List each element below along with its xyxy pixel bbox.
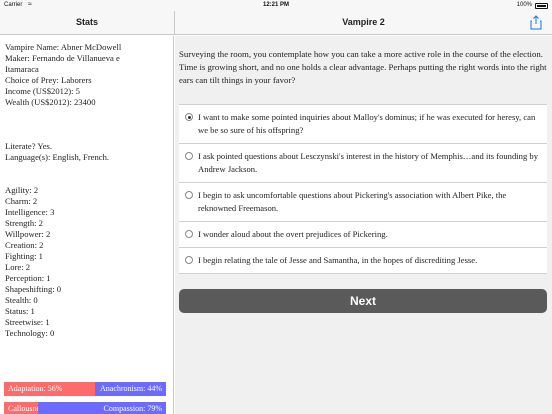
stat-maker: Maker: Fernando de Villanueva e bbox=[5, 53, 120, 63]
stat-attribute: Willpower: 2 bbox=[5, 229, 51, 239]
story-text: Surveying the room, you contemplate how … bbox=[179, 49, 547, 85]
radio-button[interactable] bbox=[185, 230, 193, 238]
stat-attribute: Fighting: 1 bbox=[5, 251, 43, 261]
stat-prey: Choice of Prey: Laborers bbox=[5, 75, 92, 85]
choice-option[interactable]: I wonder aloud about the overt prejudice… bbox=[179, 222, 547, 248]
stat-attribute: Stealth: 0 bbox=[5, 295, 38, 305]
opposed-stat-bar: Callousness: 21% Compassion: 79% bbox=[4, 402, 166, 414]
radio-button[interactable] bbox=[185, 113, 193, 121]
choice-text: I want to make some pointed inquiries ab… bbox=[198, 112, 536, 135]
stat-attribute: Lore: 2 bbox=[5, 262, 31, 272]
stat-maker-cont: Itamaraca bbox=[5, 64, 39, 74]
stat-attribute: Strength: 2 bbox=[5, 218, 43, 228]
choice-text: I ask pointed questions about Lesczynski… bbox=[198, 151, 539, 174]
next-button[interactable]: Next bbox=[179, 289, 547, 313]
stats-title: Stats bbox=[75, 17, 98, 27]
status-bar: Carrier ≈ 12:21 PM 100% bbox=[0, 0, 552, 11]
stat-attribute: Perception: 1 bbox=[5, 273, 51, 283]
opposed-left: Callousness: 21% bbox=[4, 402, 39, 414]
choice-text: I begin relating the tale of Jesse and S… bbox=[198, 255, 478, 265]
choice-text: I begin to ask uncomfortable questions a… bbox=[198, 190, 507, 213]
opposed-right: Compassion: 79% bbox=[38, 402, 166, 414]
opposed-stat-bar: Adaptation: 56% Anachronism: 44% bbox=[4, 382, 166, 396]
choice-option[interactable]: I ask pointed questions about Lesczynski… bbox=[179, 144, 547, 183]
clock: 12:21 PM bbox=[262, 2, 289, 8]
stat-vampire-name: Vampire Name: Abner McDowell bbox=[5, 42, 122, 52]
choice-text: I wonder aloud about the overt prejudice… bbox=[198, 229, 388, 239]
stat-attribute: Status: 1 bbox=[5, 306, 35, 316]
choice-option[interactable]: I begin relating the tale of Jesse and S… bbox=[179, 248, 547, 274]
stat-attribute: Technology: 0 bbox=[5, 328, 55, 338]
radio-button[interactable] bbox=[185, 256, 193, 264]
stat-languages: Language(s): English, French. bbox=[5, 152, 110, 162]
stat-attribute: Creation: 2 bbox=[5, 240, 44, 250]
radio-button[interactable] bbox=[185, 152, 193, 160]
share-icon[interactable] bbox=[530, 15, 542, 30]
page-title: Vampire 2 bbox=[342, 17, 385, 27]
opposed-left: Adaptation: 56% bbox=[4, 382, 95, 396]
radio-button[interactable] bbox=[185, 191, 193, 199]
stat-wealth: Wealth (US$2012): 23400 bbox=[5, 97, 96, 107]
battery-icon bbox=[535, 3, 548, 9]
opposed-right: Anachronism: 44% bbox=[94, 382, 166, 396]
stats-list: Vampire Name: Abner McDowell Maker: Fern… bbox=[5, 42, 170, 339]
navigation-bar: Stats Vampire 2 bbox=[0, 11, 552, 35]
choice-option[interactable]: I want to make some pointed inquiries ab… bbox=[179, 105, 547, 144]
stat-attribute: Shapeshifting: 0 bbox=[5, 284, 62, 294]
stat-income: Income (US$2012): 5 bbox=[5, 86, 80, 96]
choice-list: I want to make some pointed inquiries ab… bbox=[179, 104, 547, 274]
stat-attribute: Intelligence: 3 bbox=[5, 207, 55, 217]
battery-percent: 100% bbox=[516, 2, 532, 8]
stat-attribute: Agility: 2 bbox=[5, 185, 39, 195]
choice-option[interactable]: I begin to ask uncomfortable questions a… bbox=[179, 183, 547, 222]
story-panel: Surveying the room, you contemplate how … bbox=[175, 36, 552, 414]
stat-literate: Literate? Yes. bbox=[5, 141, 53, 151]
stat-attribute: Streetwise: 1 bbox=[5, 317, 50, 327]
stats-sidebar[interactable]: Vampire Name: Abner McDowell Maker: Fern… bbox=[0, 36, 174, 414]
stat-attribute: Charm: 2 bbox=[5, 196, 38, 206]
